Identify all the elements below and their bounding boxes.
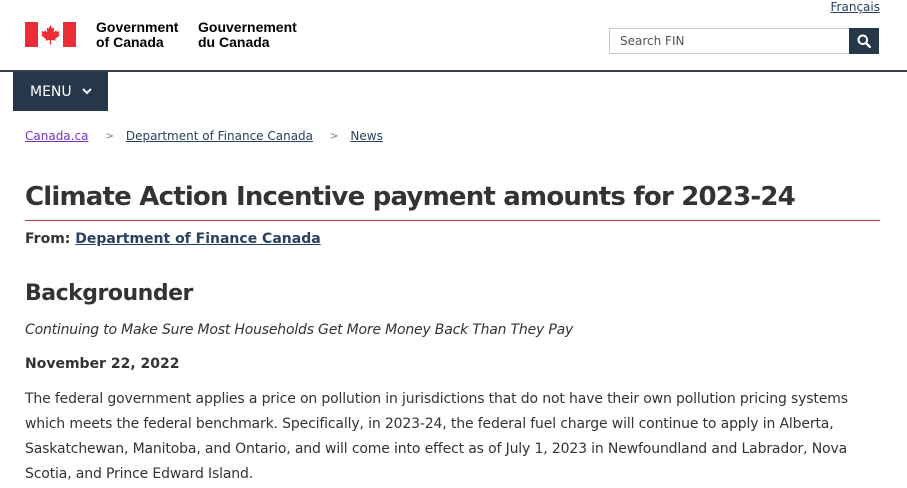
search-form (609, 28, 879, 54)
from-line: From: Department of Finance Canada (25, 231, 321, 247)
title-underline (25, 220, 880, 221)
signature-en-line1: Government (96, 19, 179, 35)
search-button[interactable] (849, 28, 879, 54)
signature-fr-line2: du Canada (198, 34, 270, 50)
canada-flag-icon (25, 22, 76, 47)
breadcrumb: Canada.ca > Department of Finance Canada… (25, 129, 383, 143)
page-title: Climate Action Incentive payment amounts… (25, 182, 796, 212)
breadcrumb-separator: > (330, 130, 339, 142)
breadcrumb-news-link[interactable]: News (350, 129, 382, 143)
subtitle: Continuing to Make Sure Most Households … (25, 322, 574, 338)
chevron-down-icon (81, 88, 92, 95)
government-signature-en[interactable]: Government of Canada (96, 20, 178, 50)
publication-date: November 22, 2022 (25, 356, 180, 372)
breadcrumb-canada-link[interactable]: Canada.ca (25, 129, 88, 143)
header-divider (0, 70, 907, 72)
from-department-link[interactable]: Department of Finance Canada (75, 231, 320, 247)
section-heading: Backgrounder (25, 281, 193, 306)
breadcrumb-finance-link[interactable]: Department of Finance Canada (126, 129, 313, 143)
body-paragraph: The federal government applies a price o… (25, 391, 848, 482)
search-icon (857, 34, 871, 48)
breadcrumb-separator: > (105, 130, 114, 142)
from-label: From: (25, 231, 71, 247)
menu-label: MENU (30, 83, 72, 100)
signature-fr-line1: Gouvernement (198, 19, 297, 35)
search-input[interactable] (609, 28, 849, 54)
signature-en-line2: of Canada (96, 34, 164, 50)
government-signature-fr[interactable]: Gouvernement du Canada (198, 20, 297, 50)
menu-button[interactable]: MENU (13, 72, 108, 111)
language-toggle-link[interactable]: Français (831, 0, 880, 14)
